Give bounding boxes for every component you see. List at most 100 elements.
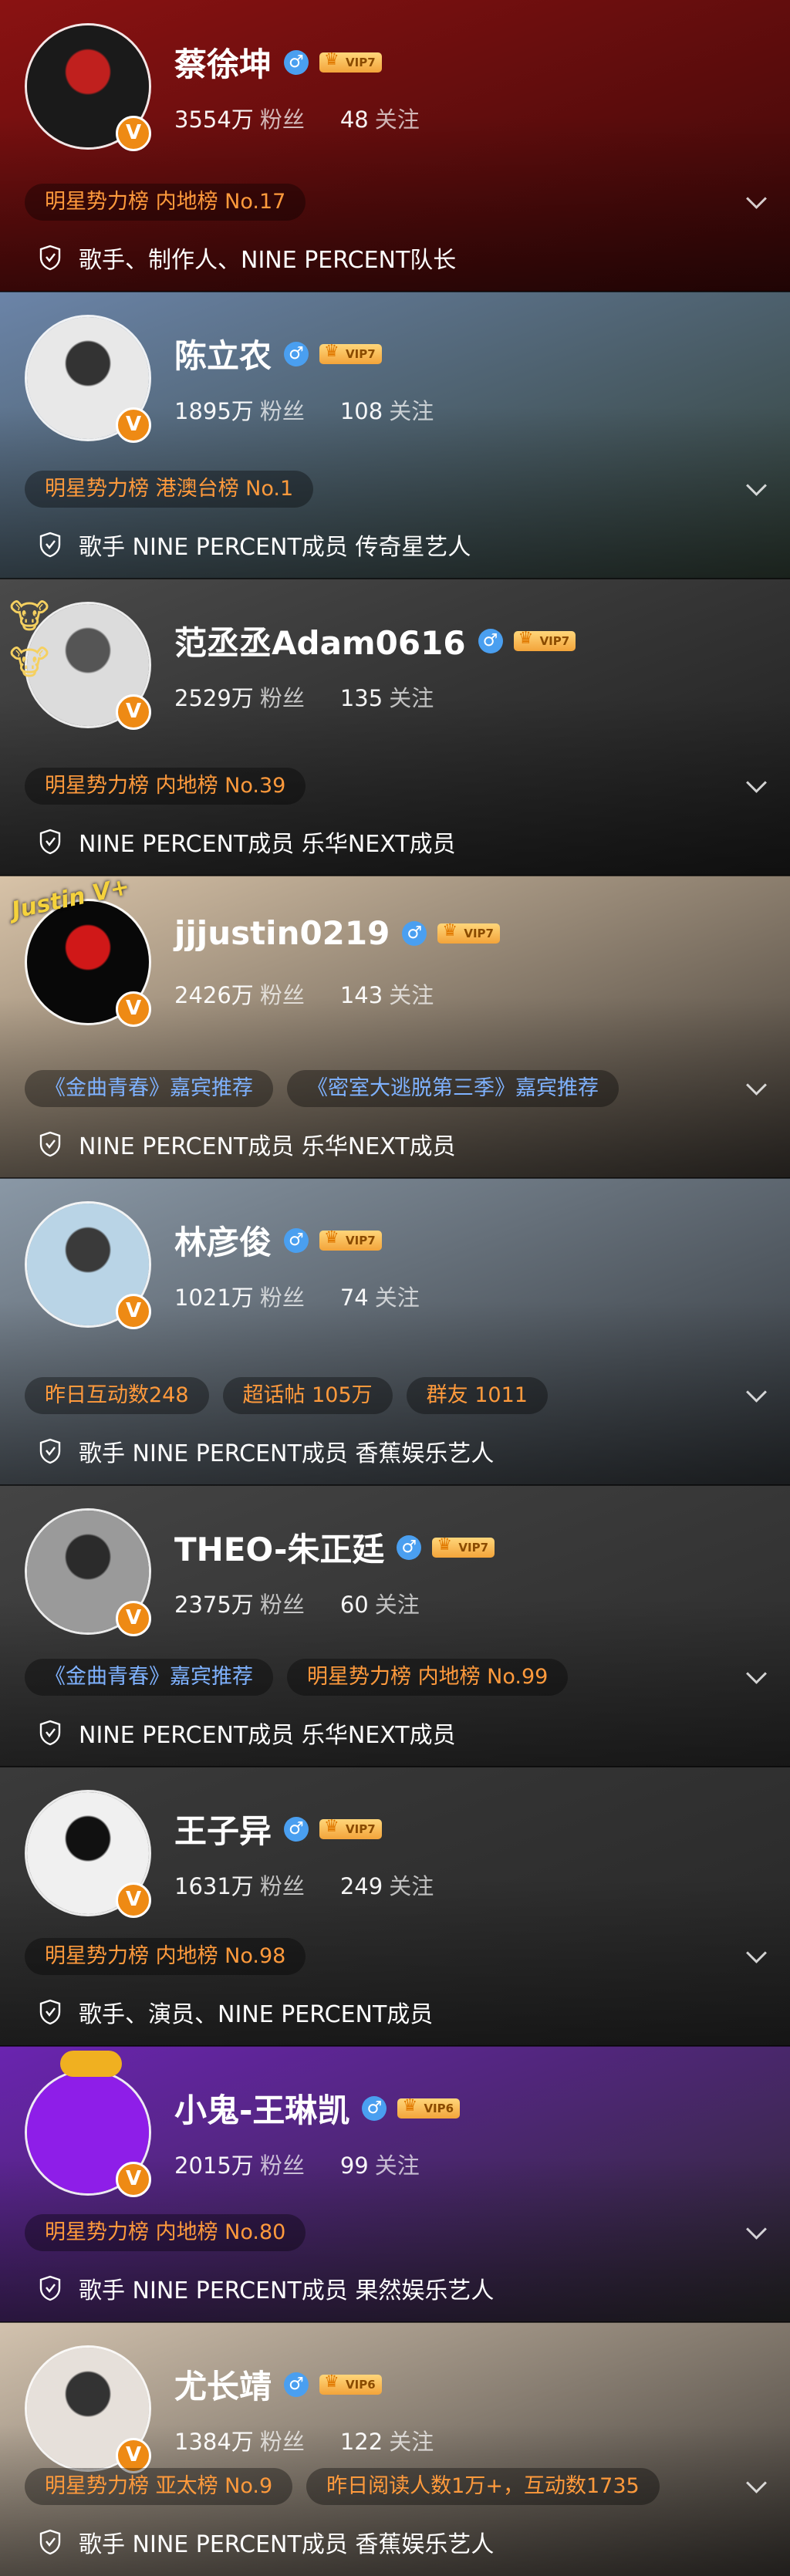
card-divider <box>0 2045 790 2047</box>
verification-text: 歌手、演员、NINE PERCENT成员 <box>79 2001 434 2028</box>
followers-count[interactable]: 1021万 <box>174 1285 254 1311</box>
following-label: 关注 <box>374 1592 420 1618</box>
profile-name[interactable]: 小鬼-王琳凯 <box>174 2085 349 2132</box>
profile-tags: 明星势力榜 亚太榜 No.9 昨日阅读人数1万+，互动数1735 <box>25 2468 660 2505</box>
profile-stats: 2015万 粉丝 99 关注 <box>174 2148 420 2180</box>
followers-count[interactable]: 1895万 <box>174 398 254 424</box>
profile-card[interactable]: V 蔡徐坤 ♂ VIP7 3554万粉丝 48关注明星势力榜 内地榜 No.17 歌手、制作… <box>0 0 790 292</box>
tag-chip[interactable]: 明星势力榜 港澳台榜 No.1 <box>25 471 314 508</box>
vip-badge[interactable]: VIP7 <box>437 921 500 944</box>
profile-name-row[interactable]: 陈立农 ♂ VIP7 <box>174 330 382 377</box>
following-count[interactable]: 108 <box>340 398 383 424</box>
profile-card[interactable]: VJustin V+jjjustin0219♂VIP72426万粉丝143关注《… <box>0 876 790 1178</box>
profile-name[interactable]: jjjustin0219 <box>174 914 390 952</box>
verification-line: 歌手 NINE PERCENT成员 香蕉娱乐艺人 <box>39 2525 494 2559</box>
vip-badge[interactable]: VIP7 <box>319 50 382 73</box>
followers-count[interactable]: 3554万 <box>174 106 254 133</box>
tag-chip[interactable]: 《密室大逃脱第三季》嘉宾推荐 <box>287 1070 619 1107</box>
profile-name-row[interactable]: 蔡徐坤 ♂ VIP7 <box>174 39 382 86</box>
vip-badge[interactable]: VIP7 <box>319 1817 382 1839</box>
following-count[interactable]: 60 <box>340 1592 369 1618</box>
vip-badge[interactable]: VIP7 <box>513 629 576 651</box>
following-label: 关注 <box>389 2429 434 2455</box>
profile-card[interactable]: V 林彦俊 ♂ VIP7 1021万粉丝 74关注昨日互动数248 超话帖 105万群友 1… <box>0 1178 790 1485</box>
following-count[interactable]: 249 <box>340 1873 383 1899</box>
following-count[interactable]: 48 <box>340 106 369 133</box>
verification-line: NINE PERCENT成员 乐华NEXT成员 <box>39 825 456 859</box>
followers-count[interactable]: 1384万 <box>174 2429 254 2455</box>
followers-count[interactable]: 2426万 <box>174 982 254 1008</box>
following-label: 关注 <box>374 1285 420 1311</box>
profile-card[interactable]: V 陈立农 ♂ VIP7 1895万粉丝 108关注明星势力榜 港澳台榜 No.1 歌手 N… <box>0 292 790 579</box>
profile-card[interactable]: V 王子异 ♂ VIP7 1631万粉丝 249关注明星势力榜 内地榜 No.98 歌手、演… <box>0 1767 790 2046</box>
profile-tags: 明星势力榜 内地榜 No.80 <box>25 2214 306 2251</box>
following-count[interactable]: 99 <box>340 2152 369 2179</box>
followers-count[interactable]: 1631万 <box>174 1873 254 1899</box>
vip-badge[interactable]: VIP6 <box>397 2096 461 2119</box>
verification-text: 歌手 NINE PERCENT成员 香蕉娱乐艺人 <box>79 2531 495 2558</box>
tag-chip[interactable]: 明星势力榜 亚太榜 No.9 <box>25 2468 293 2505</box>
following-label: 关注 <box>389 398 434 424</box>
followers-count[interactable]: 2375万 <box>174 1592 254 1618</box>
profile-name[interactable]: 范丞丞Adam0616 <box>174 617 466 664</box>
verification-line: NINE PERCENT成员 乐华NEXT成员 <box>39 1127 456 1161</box>
shield-icon <box>39 532 61 558</box>
verification-line: 歌手、演员、NINE PERCENT成员 <box>39 1995 433 2029</box>
vip-badge[interactable]: VIP7 <box>319 342 382 364</box>
verification-line: 歌手 NINE PERCENT成员 果然娱乐艺人 <box>39 2271 494 2305</box>
profile-name-row[interactable]: 尤长靖 ♂ VIP6 <box>174 2361 382 2408</box>
profile-name[interactable]: 陈立农 <box>174 330 272 377</box>
verification-text: NINE PERCENT成员 乐华NEXT成员 <box>79 1722 456 1749</box>
tag-chip[interactable]: 明星势力榜 内地榜 No.99 <box>287 1659 569 1696</box>
shield-icon <box>39 245 61 271</box>
male-icon: ♂ <box>402 920 427 946</box>
followers-label: 粉丝 <box>259 2429 305 2455</box>
tag-chip[interactable]: 明星势力榜 内地榜 No.80 <box>25 2214 306 2251</box>
profile-card[interactable]: V 🐮🐮 范丞丞Adam0616 ♂ VIP7 2529万粉丝 135关注明星势力榜 内地榜… <box>0 579 790 876</box>
tag-chip[interactable]: 《金曲青春》嘉宾推荐 <box>25 1659 273 1696</box>
followers-label: 粉丝 <box>259 2152 305 2179</box>
profile-name[interactable]: 尤长靖 <box>174 2361 272 2408</box>
followers-label: 粉丝 <box>259 1592 305 1618</box>
profile-card[interactable]: V THEO-朱正廷 ♂ VIP7 2375万粉丝 60关注《金曲青春》嘉宾推荐明星势力榜… <box>0 1485 790 1767</box>
profile-name[interactable]: THEO-朱正廷 <box>174 1524 384 1571</box>
verification-text: 歌手 NINE PERCENT成员 果然娱乐艺人 <box>79 2277 495 2304</box>
profile-name[interactable]: 蔡徐坤 <box>174 39 272 86</box>
following-count[interactable]: 143 <box>340 982 383 1008</box>
followers-count[interactable]: 2015万 <box>174 2152 254 2179</box>
profile-stats: 2375万 粉丝 60 关注 <box>174 1587 420 1619</box>
profile-name-row[interactable]: 小鬼-王琳凯 ♂ VIP6 <box>174 2085 461 2132</box>
male-icon: ♂ <box>284 2372 309 2397</box>
card-divider <box>0 875 790 876</box>
following-count[interactable]: 74 <box>340 1285 369 1311</box>
vip-badge[interactable]: VIP6 <box>319 2372 382 2395</box>
profile-card[interactable]: V尤长靖♂VIP61384万粉丝122关注明星势力榜 亚太榜 No.9昨日阅读人… <box>0 2322 790 2576</box>
profile-name[interactable]: 林彦俊 <box>174 1217 272 1264</box>
male-icon: ♂ <box>478 628 503 653</box>
followers-count[interactable]: 2529万 <box>174 685 254 711</box>
verified-badge-icon: V <box>116 1294 151 1329</box>
verification-text: NINE PERCENT成员 乐华NEXT成员 <box>79 1133 456 1160</box>
tag-chip[interactable]: 明星势力榜 内地榜 No.39 <box>25 768 306 805</box>
verified-badge-icon: V <box>116 991 151 1027</box>
tag-chip[interactable]: 超话帖 105万 <box>222 1377 393 1414</box>
profile-name-row[interactable]: jjjustin0219 ♂ VIP7 <box>174 914 500 952</box>
tag-chip[interactable]: 《金曲青春》嘉宾推荐 <box>25 1070 273 1107</box>
profile-name[interactable]: 王子异 <box>174 1805 272 1852</box>
tag-chip[interactable]: 明星势力榜 内地榜 No.98 <box>25 1938 306 1975</box>
profile-name-row[interactable]: 林彦俊 ♂ VIP7 <box>174 1217 382 1264</box>
tag-chip[interactable]: 昨日互动数248 <box>25 1377 209 1414</box>
followers-label: 粉丝 <box>259 1285 305 1311</box>
card-divider <box>0 578 790 579</box>
profile-name-row[interactable]: 范丞丞Adam0616 ♂ VIP7 <box>174 617 576 664</box>
tag-chip[interactable]: 明星势力榜 内地榜 No.17 <box>25 184 306 221</box>
vip-badge[interactable]: VIP7 <box>319 1228 382 1251</box>
following-count[interactable]: 135 <box>340 685 383 711</box>
vip-badge[interactable]: VIP7 <box>432 1535 495 1558</box>
profile-name-row[interactable]: THEO-朱正廷 ♂ VIP7 <box>174 1524 495 1571</box>
tag-chip[interactable]: 昨日阅读人数1万+，互动数1735 <box>306 2468 660 2505</box>
profile-card[interactable]: V 小鬼-王琳凯 ♂ VIP6 2015万粉丝 99关注明星势力榜 内地榜 No.80 歌手… <box>0 2046 790 2322</box>
profile-name-row[interactable]: 王子异 ♂ VIP7 <box>174 1805 382 1852</box>
following-count[interactable]: 122 <box>340 2429 383 2455</box>
tag-chip[interactable]: 群友 1011 <box>406 1377 548 1414</box>
